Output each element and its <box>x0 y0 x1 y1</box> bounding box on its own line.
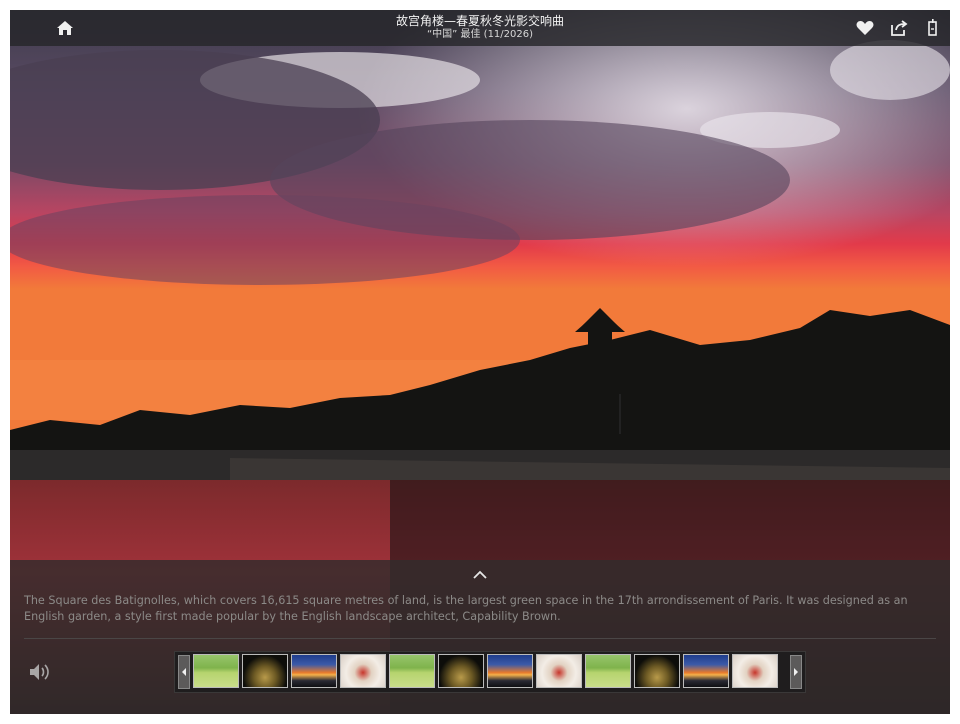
heart-icon[interactable] <box>854 18 876 38</box>
thumbnail[interactable] <box>487 654 533 688</box>
photo-caption: The Square des Batignolles, which covers… <box>24 594 908 623</box>
home-icon[interactable] <box>54 18 76 38</box>
top-toolbar: 故宫角楼—春夏秋冬光影交响曲 “中国” 最佳 (11/2026) <box>10 10 950 46</box>
thumbnail[interactable] <box>634 654 680 688</box>
thumbnail[interactable] <box>438 654 484 688</box>
thumbnail[interactable] <box>683 654 729 688</box>
chevron-right-icon[interactable] <box>790 655 802 689</box>
speaker-icon[interactable] <box>28 662 52 682</box>
thumbnail[interactable] <box>242 654 288 688</box>
menu-icon[interactable] <box>922 18 944 38</box>
page-subtitle: “中国” 最佳 (11/2026) <box>426 29 534 41</box>
thumbnail[interactable] <box>389 654 435 688</box>
page-title: 故宫角楼—春夏秋冬光影交响曲 <box>395 14 564 29</box>
thumbnail-strip <box>174 651 806 693</box>
share-icon[interactable] <box>888 18 910 38</box>
thumbnail[interactable] <box>585 654 631 688</box>
thumbnail[interactable] <box>340 654 386 688</box>
title-block: 故宫角楼—春夏秋冬光影交响曲 “中国” 最佳 (11/2026) <box>395 14 564 41</box>
info-panel: The Square des Batignolles, which covers… <box>10 560 950 714</box>
photo-viewer: 故宫角楼—春夏秋冬光影交响曲 “中国” 最佳 (11/2026) The Squ… <box>10 10 950 714</box>
chevron-up-icon[interactable] <box>471 566 489 579</box>
thumbnail[interactable] <box>291 654 337 688</box>
divider <box>24 638 936 639</box>
thumbnail-list <box>193 654 778 688</box>
chevron-left-icon[interactable] <box>178 655 190 689</box>
thumbnail[interactable] <box>536 654 582 688</box>
thumbnail[interactable] <box>732 654 778 688</box>
thumbnail[interactable] <box>193 654 239 688</box>
